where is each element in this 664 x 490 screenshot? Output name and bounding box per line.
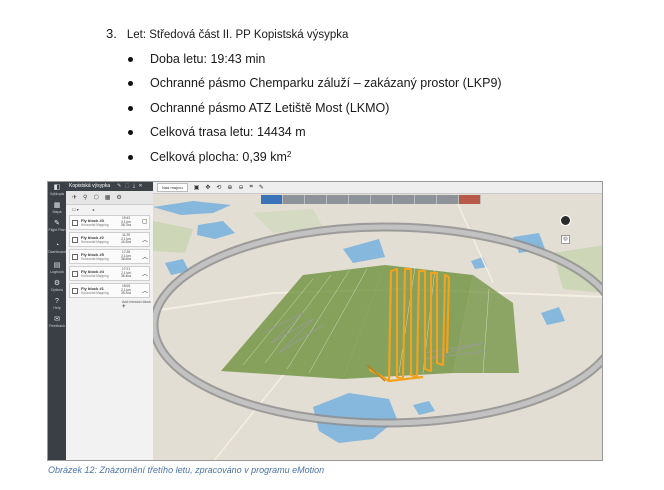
layer-icon[interactable]: ▣: [194, 184, 200, 191]
list-item[interactable]: Fly block #1 Horizontal Mapping 18:08 2.1 k…: [69, 283, 150, 298]
heading-number: 3.: [106, 26, 117, 41]
rail-item-vyskopis[interactable]: ◧ Výškopis: [48, 184, 66, 196]
block-checkbox[interactable]: [72, 271, 78, 277]
app-rail: ◧ Výškopis ▦ Mapa ✎ Flight Plan ◔ Dashboard …: [48, 182, 66, 460]
zoom-icon[interactable]: ⊕: [227, 184, 232, 191]
gear-icon: ⚙: [53, 280, 61, 287]
block-checkbox[interactable]: [72, 220, 78, 226]
tab-10[interactable]: [459, 195, 481, 204]
bullet-text: Doba letu: 19:43 min: [150, 52, 266, 66]
list-item[interactable]: Fly block #5 Horizontal Mapping 17:28 2.1 k…: [69, 249, 150, 264]
list-item[interactable]: Fly block #2 Horizontal Mapping 11:29 2.1 k…: [69, 232, 150, 247]
flight-status-tabs: [261, 195, 481, 204]
bullet-text: Ochranné pásmo ATZ Letiště Most (LKMO): [150, 100, 390, 115]
takeoff-icon[interactable]: ✈: [72, 194, 77, 201]
tab-7[interactable]: [393, 195, 415, 204]
chevron-up-icon[interactable]: ︿: [142, 269, 148, 278]
map-toolbar: Nad mapou ▣ ✥ ⟲ ⊕ ⊖ ⌗ ✎: [153, 182, 602, 194]
bullet-icon: [128, 154, 133, 160]
heading-text: Let: Středová část II. PP Kopistská výsy…: [126, 29, 349, 41]
panel-title: Kopistská výsypka: [69, 183, 111, 189]
zoom-out-icon[interactable]: ⊖: [238, 184, 243, 191]
list-item: Doba letu: 19:43 min: [128, 47, 502, 71]
superscript: 2: [286, 149, 292, 159]
panel-header: Kopistská výsypka ✎ ⬚ ⤓ ✕: [66, 182, 153, 191]
bullet-text: Celková plocha: 0,39 km: [150, 149, 287, 164]
block-checkbox[interactable]: [72, 254, 78, 260]
list-item[interactable]: Fly block #3 Horizontal Mapping 19:43 2.1 k…: [69, 215, 150, 230]
chevron-up-icon[interactable]: ︿: [142, 252, 148, 261]
section-heading: 3. Let: Středová část II. PP Kopistská v…: [106, 26, 348, 41]
compass-icon[interactable]: [560, 215, 571, 226]
flight-details-list: Doba letu: 19:43 min Ochranné pásmo Chem…: [128, 47, 502, 169]
map-canvas[interactable]: [149, 192, 603, 461]
add-block-button[interactable]: Add mission block +: [122, 300, 153, 310]
bullet-icon: [128, 130, 133, 136]
bullet-icon: [128, 57, 133, 62]
terrain-icon: ◧: [53, 184, 61, 191]
list-item: Celková trasa letu: 14434 m: [128, 120, 502, 144]
panel-controls: ☐ ▾ ▸: [66, 205, 153, 213]
chevron-icon[interactable]: ▢: [142, 218, 148, 225]
polygon-icon[interactable]: ⬡: [93, 194, 98, 201]
block-checkbox[interactable]: [72, 288, 78, 294]
expand-control[interactable]: ☐ ▾: [72, 207, 79, 212]
measure-icon[interactable]: ⌗: [249, 184, 252, 191]
logbook-icon: ▤: [53, 262, 61, 269]
map-view[interactable]: [149, 192, 603, 461]
chevron-up-icon[interactable]: ︿: [142, 286, 148, 295]
tab-6[interactable]: [371, 195, 393, 204]
bullet-icon: [128, 81, 133, 87]
grid-icon[interactable]: ▦: [105, 194, 111, 201]
plus-icon: +: [122, 304, 126, 310]
plan-icon: ✎: [54, 220, 60, 227]
emotion-screenshot: ◧ Výškopis ▦ Mapa ✎ Flight Plan ◔ Dashboard …: [47, 181, 603, 461]
rail-item-flight-plan[interactable]: ✎ Flight Plan: [48, 220, 66, 232]
chevron-up-icon[interactable]: ︿: [142, 235, 148, 244]
panel-toolbar: ✈ ⚲ ⬡ ▦ ⚙: [66, 191, 153, 205]
rotate-icon[interactable]: ⟲: [216, 184, 221, 191]
rail-item-feedback[interactable]: ✉ Feedback: [48, 316, 66, 328]
list-item: Ochranné pásmo Chemparku záluží – zakáza…: [128, 71, 502, 95]
rail-item-logbook[interactable]: ▤ Logbook: [48, 262, 66, 274]
rail-item-help[interactable]: ? Help: [48, 298, 66, 310]
tab-4[interactable]: [327, 195, 349, 204]
mission-panel: Kopistská výsypka ✎ ⬚ ⤓ ✕ ✈ ⚲ ⬡ ▦ ⚙ ☐ ▾ …: [66, 182, 154, 460]
settings-icon[interactable]: ⚙: [116, 194, 121, 201]
tab-1[interactable]: [261, 195, 283, 204]
list-item: Ochranné pásmo ATZ Letiště Most (LKMO): [128, 96, 502, 120]
edit-icon[interactable]: ✎: [259, 184, 264, 191]
rail-item-dashboard[interactable]: ◔ Dashboard: [48, 242, 66, 254]
bullet-text: Ochranné pásmo Chemparku záluží – zakáza…: [150, 76, 502, 91]
tab-3[interactable]: [305, 195, 327, 204]
block-checkbox[interactable]: [72, 237, 78, 243]
figure-caption: Obrázek 12: Znázornění třetího letu, zpr…: [48, 465, 325, 475]
tab-9[interactable]: [437, 195, 459, 204]
tab-5[interactable]: [349, 195, 371, 204]
feedback-icon: ✉: [54, 316, 60, 323]
map-icon: ▦: [53, 202, 61, 209]
bullet-icon: [128, 105, 133, 111]
map-controls-icon[interactable]: ◎: [561, 235, 570, 244]
collapse-control[interactable]: ▸: [93, 207, 95, 212]
map-layer-select[interactable]: Nad mapou: [157, 183, 188, 192]
rail-item-options[interactable]: ⚙ Options: [48, 280, 66, 292]
tab-2[interactable]: [283, 195, 305, 204]
panel-actions[interactable]: ✎ ⬚ ⤓ ✕: [117, 182, 143, 191]
list-item[interactable]: Fly block #4 Horizontal Mapping 17:21 2.1 k…: [69, 266, 150, 281]
pin-icon[interactable]: ⚲: [83, 194, 87, 201]
move-icon[interactable]: ✥: [205, 184, 210, 191]
bullet-text: Celková trasa letu: 14434 m: [150, 125, 306, 140]
list-item: Celková plocha: 0,39 km2: [128, 145, 502, 169]
help-icon: ?: [55, 298, 59, 305]
tab-8[interactable]: [415, 195, 437, 204]
dashboard-icon: ◔: [54, 242, 60, 249]
rail-item-mapa[interactable]: ▦ Mapa: [48, 202, 66, 214]
